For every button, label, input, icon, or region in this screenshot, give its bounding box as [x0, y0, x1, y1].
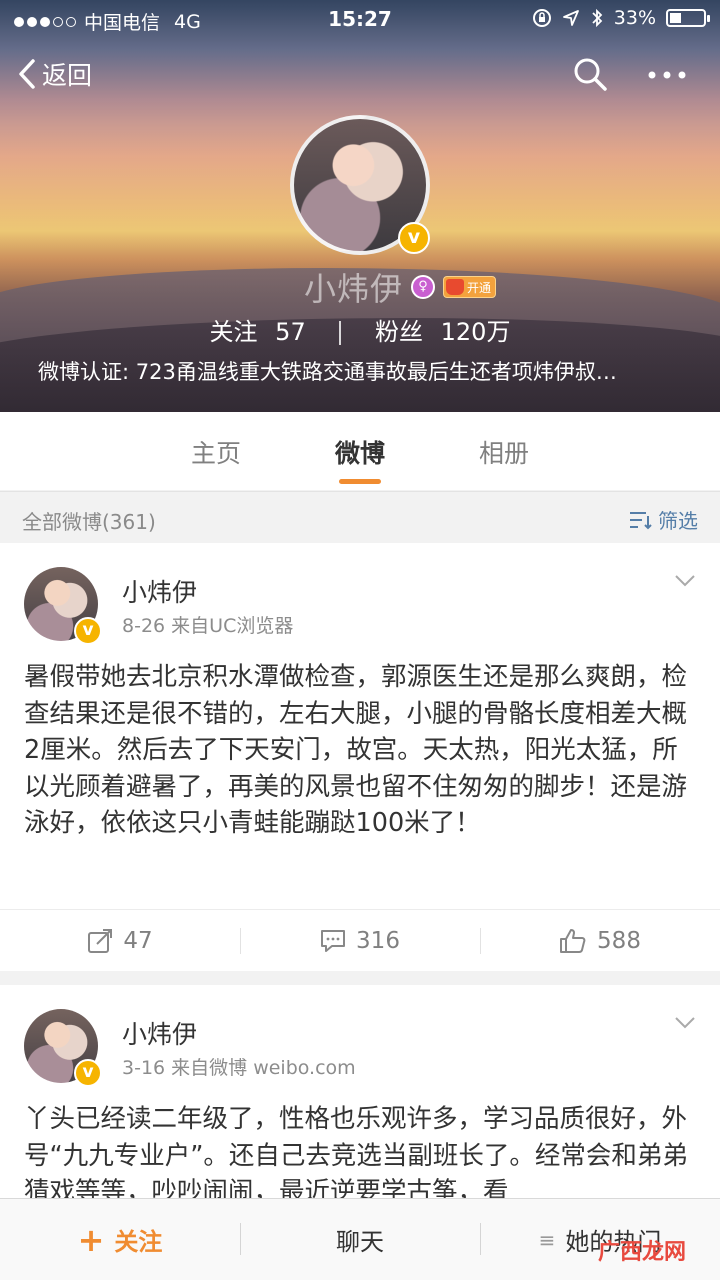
vip-open-badge[interactable]: 开通	[443, 276, 497, 298]
plus-icon: +	[77, 1220, 105, 1259]
stats-divider	[339, 321, 342, 345]
vip-open-label: 开通	[467, 280, 492, 295]
repost-icon	[88, 928, 113, 953]
filter-label: 筛选	[658, 509, 698, 533]
site-watermark: 广西龙网	[597, 1240, 686, 1265]
verification-text: 微博认证: 723甬温线重大铁路交通事故最后生还者项炜伊叔…	[38, 360, 617, 384]
battery-icon	[666, 9, 710, 27]
verified-v-icon: v	[398, 222, 430, 254]
follow-button[interactable]: + 关注	[0, 1199, 240, 1280]
search-button[interactable]	[572, 56, 608, 96]
post-options-button[interactable]	[674, 1015, 696, 1034]
status-bar: 中国电信 4G 15:27 33%	[0, 0, 720, 38]
search-icon	[574, 58, 607, 91]
follow-stats: 关注 57 粉丝 120万	[0, 312, 720, 347]
chevron-down-icon	[675, 575, 695, 587]
profile-tabs: 主页 微博 相册	[0, 412, 720, 490]
more-dots-icon	[648, 71, 686, 79]
comment-button[interactable]: 316	[240, 910, 480, 971]
back-button[interactable]: 返回	[18, 56, 92, 92]
post-author-name[interactable]: 小炜伊	[122, 573, 197, 609]
post-meta: 3-16 来自微博 weibo.com	[122, 1057, 356, 1079]
chat-label: 聊天	[336, 1228, 384, 1256]
crown-icon	[446, 279, 464, 295]
tab-home[interactable]: 主页	[144, 412, 288, 490]
follow-label: 关注	[114, 1228, 163, 1256]
thumbs-up-icon	[560, 928, 586, 953]
weibo-post: v 小炜伊 8-26 来自UC浏览器 暑假带她去北京积水潭做检查，郭源医生还是那…	[0, 543, 720, 971]
like-count: 588	[597, 927, 641, 954]
chat-button[interactable]: 聊天	[240, 1199, 480, 1280]
more-options-button[interactable]	[646, 60, 688, 81]
comment-count: 316	[356, 927, 400, 954]
post-content[interactable]: 暑假带她去北京积水潭做检查，郭源医生还是那么爽朗，检查结果还是很不错的，左右大腿…	[24, 659, 696, 842]
filter-icon	[630, 511, 652, 529]
post-author-name[interactable]: 小炜伊	[122, 1015, 197, 1051]
following-count: 57	[275, 318, 306, 346]
like-button[interactable]: 588	[480, 910, 720, 971]
tab-album[interactable]: 相册	[432, 412, 576, 490]
post-actions: 47 316 588	[0, 909, 720, 971]
weibo-count: 全部微博(361)	[22, 510, 156, 534]
comment-icon	[321, 929, 346, 952]
chevron-down-icon	[675, 1017, 695, 1029]
followers-stat[interactable]: 粉丝 120万	[375, 318, 510, 346]
location-arrow-icon	[562, 10, 579, 26]
followers-label: 粉丝	[375, 318, 423, 346]
tab-weibo[interactable]: 微博	[288, 412, 432, 490]
profile-name: 小炜伊	[303, 270, 403, 308]
following-label: 关注	[209, 318, 258, 346]
repost-button[interactable]: 47	[0, 910, 240, 971]
filter-button[interactable]: 筛选	[628, 505, 698, 534]
post-meta: 8-26 来自UC浏览器	[122, 615, 294, 637]
filter-bar: 全部微博(361) 筛选	[0, 491, 720, 543]
battery-level-fill	[670, 13, 681, 23]
post-options-button[interactable]	[674, 573, 696, 592]
back-label: 返回	[42, 61, 93, 90]
following-stat[interactable]: 关注 57	[210, 318, 314, 346]
followers-count: 120万	[440, 318, 511, 346]
verified-v-icon: v	[74, 617, 102, 645]
post-content[interactable]: 丫头已经读二年级了，性格也乐观许多，学习品质很好，外号“九九专业户”。还自己去竞…	[24, 1101, 696, 1198]
menu-lines-icon: ≡	[538, 1227, 556, 1252]
weibo-post: v 小炜伊 3-16 来自微博 weibo.com 丫头已经读二年级了，性格也乐…	[0, 985, 720, 1198]
member-badge-icon: ♀	[411, 275, 435, 299]
rotation-lock-icon	[532, 9, 551, 27]
chevron-left-icon	[19, 59, 35, 89]
profile-name-row: 小炜伊 ♀ 开通	[0, 264, 720, 310]
weibo-profile-screen: 中国电信 4G 15:27 33% 返回 v 小炜伊 ♀ 开通 关注 57 粉丝…	[0, 0, 720, 1280]
bluetooth-icon	[592, 8, 603, 28]
top-nav: 返回	[0, 52, 720, 96]
battery-percent: 33%	[613, 7, 656, 29]
verified-v-icon: v	[74, 1059, 102, 1087]
repost-count: 47	[123, 927, 153, 954]
